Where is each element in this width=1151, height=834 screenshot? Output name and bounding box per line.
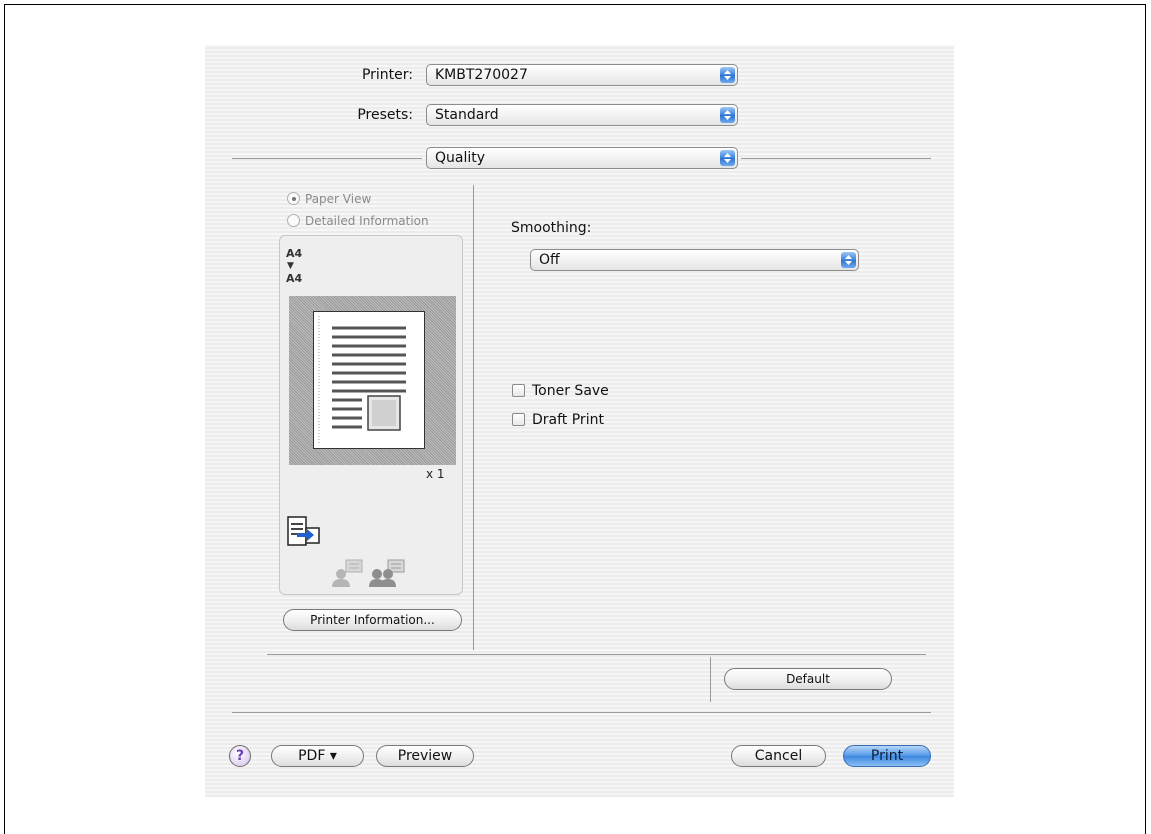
radio-label: Paper View [305,192,372,206]
down-arrow-icon: ▼ [287,261,294,271]
print-button[interactable]: Print [843,745,931,767]
printer-information-button[interactable]: Printer Information... [283,609,462,631]
separator-vertical [710,657,711,702]
presets-popup[interactable]: Standard [426,104,738,126]
printer-output-icon [287,516,320,546]
radio-label: Detailed Information [305,214,429,228]
checkbox-icon [512,384,525,397]
printer-popup[interactable]: KMBT270027 [426,64,738,86]
toner-save-label: Toner Save [532,383,609,399]
popup-arrows-icon [720,107,735,123]
popup-arrows-icon [720,67,735,83]
print-preview-panel: A4 ▼ A4 x 1 [279,235,463,595]
separator-line [232,712,931,713]
printer-value: KMBT270027 [435,67,528,83]
draft-print-label: Draft Print [532,412,604,428]
radio-paper-view[interactable]: Paper View [287,192,371,206]
popup-arrows-icon [720,150,735,166]
source-paper-size: A4 [286,247,303,260]
paper-preview-area [289,296,456,465]
default-button[interactable]: Default [724,668,892,690]
panel-popup[interactable]: Quality [426,147,738,169]
smoothing-label: Smoothing: [511,220,592,236]
popup-arrows-icon [841,252,856,268]
presets-value: Standard [435,107,499,123]
paper-sheet-icon [313,311,425,449]
help-button[interactable]: ? [229,745,251,767]
presets-label: Presets: [357,107,413,123]
draft-print-checkbox[interactable]: Draft Print [512,412,604,428]
copies-indicator: x 1 [426,467,445,481]
radio-button-icon [287,192,300,205]
print-dialog: Printer: KMBT270027 Presets: Standard Qu… [205,45,954,797]
separator-line [741,158,931,159]
user-group-icon [369,559,405,587]
smoothing-popup[interactable]: Off [530,249,859,271]
separator-line [267,654,926,655]
printer-label: Printer: [361,67,413,83]
page-content-icon [318,316,406,444]
preview-button[interactable]: Preview [376,745,474,767]
pdf-menu-button[interactable]: PDF ▾ [271,745,364,767]
user-gray-icon [332,559,363,587]
radio-button-icon [287,214,300,227]
toner-save-checkbox[interactable]: Toner Save [512,383,609,399]
column-divider [473,185,474,650]
panel-value: Quality [435,150,486,166]
target-paper-size: A4 [286,272,303,285]
separator-line [232,158,422,159]
checkbox-icon [512,413,525,426]
radio-detailed-information[interactable]: Detailed Information [287,214,429,228]
smoothing-value: Off [539,252,560,268]
cancel-button[interactable]: Cancel [731,745,826,767]
